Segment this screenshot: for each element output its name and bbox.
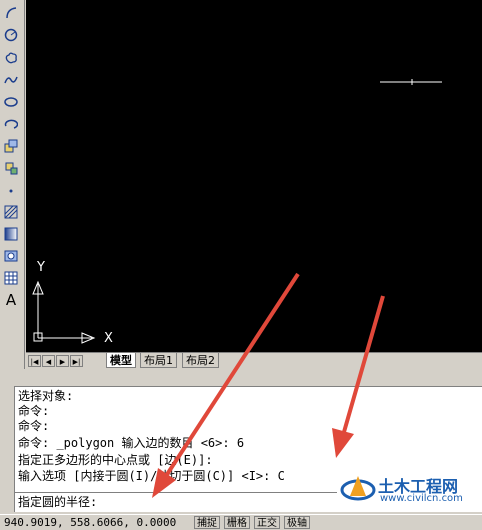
next-tab-button[interactable]: ▶ — [56, 355, 69, 367]
ortho-button[interactable]: 正交 — [254, 516, 280, 529]
crosshair-cursor — [380, 79, 442, 85]
layout-tab-bar: |◀ ◀ ▶ ▶| 模型 布局1 布局2 — [26, 352, 482, 369]
logo-emblem-icon — [340, 476, 376, 501]
ellipse-icon[interactable] — [2, 93, 20, 111]
command-history-line: 命令: _polygon 输入边的数目 <6>: 6 — [18, 436, 245, 450]
revcloud-icon[interactable] — [2, 49, 20, 67]
ucs-icon — [32, 280, 96, 344]
tab-model[interactable]: 模型 — [106, 353, 136, 368]
tab-layout1[interactable]: 布局1 — [140, 353, 177, 368]
y-axis-label: Y — [37, 260, 45, 275]
drawing-canvas[interactable]: Y X — [26, 0, 482, 352]
first-tab-button[interactable]: |◀ — [28, 355, 41, 367]
canvas-graphics — [32, 79, 442, 344]
command-prompt[interactable]: 指定圆的半径: — [18, 495, 97, 509]
command-separator — [15, 492, 337, 493]
grid-button[interactable]: 栅格 — [224, 516, 250, 529]
command-history-line: 选择对象: — [18, 389, 74, 403]
coordinate-readout: 940.9019, 558.6066, 0.0000 — [4, 516, 177, 529]
last-tab-button[interactable]: ▶| — [70, 355, 83, 367]
command-history-line: 命令: — [18, 404, 50, 418]
insert-block-icon[interactable] — [2, 137, 20, 155]
tab-layout2[interactable]: 布局2 — [182, 353, 219, 368]
table-icon[interactable] — [2, 269, 20, 287]
multiline-text-icon[interactable]: A — [2, 291, 20, 309]
prev-tab-button[interactable]: ◀ — [42, 355, 55, 367]
region-icon[interactable] — [2, 247, 20, 265]
window-separator — [0, 369, 482, 385]
x-axis-label: X — [104, 331, 113, 346]
command-history-line: 输入选项 [内接于圆(I)/外切于圆(C)] <I>: C — [18, 469, 285, 483]
status-bar: 940.9019, 558.6066, 0.0000 捕捉 栅格 正交 极轴 — [0, 514, 482, 529]
ellipse-arc-icon[interactable] — [2, 115, 20, 133]
watermark-logo: 土木工程网 www.civilcn.com — [340, 468, 480, 508]
arc-icon[interactable] — [2, 4, 20, 22]
make-block-icon[interactable] — [2, 159, 20, 177]
command-history-line: 指定正多边形的中心点或 [边(E)]: — [18, 453, 213, 467]
gradient-icon[interactable] — [2, 225, 20, 243]
logo-url: www.civilcn.com — [380, 493, 463, 504]
snap-button[interactable]: 捕捉 — [194, 516, 220, 529]
polar-button[interactable]: 极轴 — [284, 516, 310, 529]
spline-icon[interactable] — [2, 71, 20, 89]
circle-icon[interactable] — [2, 26, 20, 44]
point-icon[interactable] — [2, 181, 20, 199]
command-history-line: 命令: — [18, 419, 50, 433]
hatch-icon[interactable] — [2, 203, 20, 221]
draw-toolbar: A — [0, 0, 25, 372]
